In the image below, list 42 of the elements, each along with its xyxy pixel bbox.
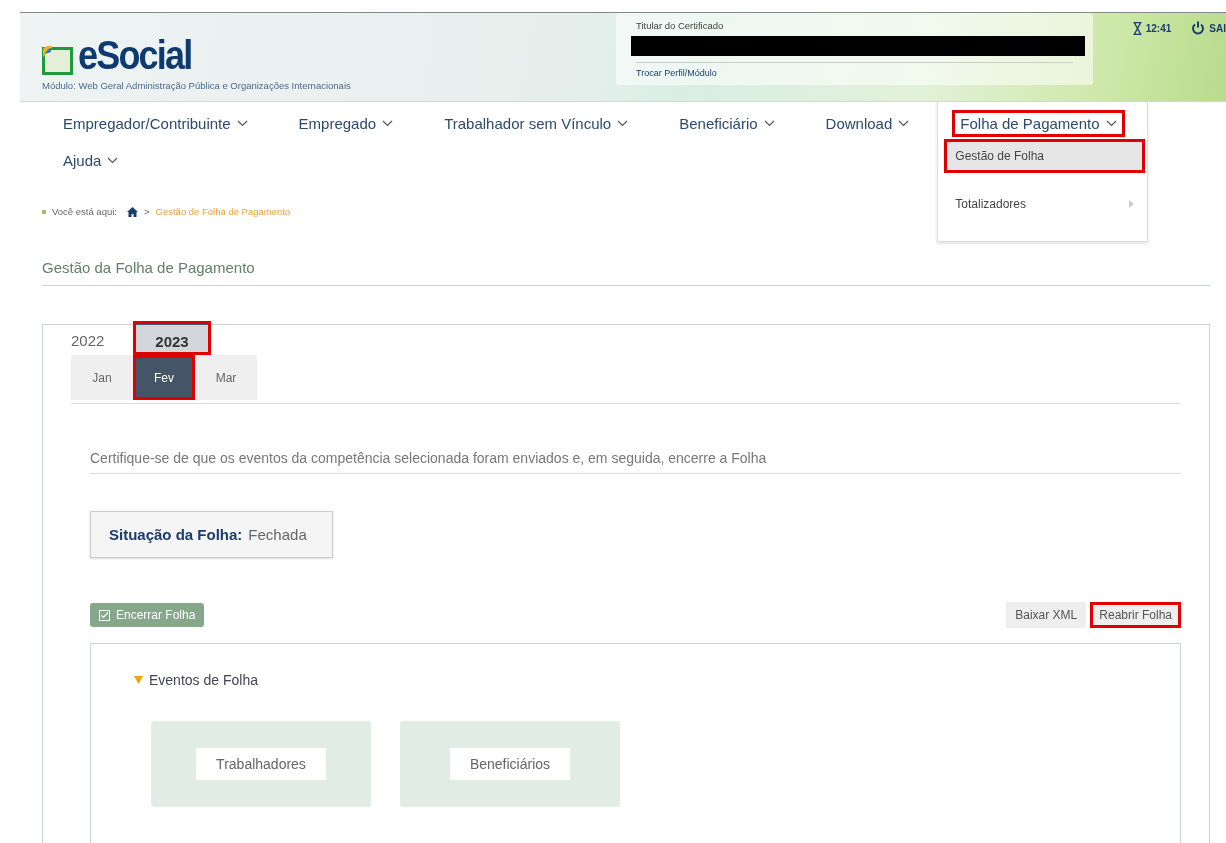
switch-profile-link[interactable]: Trocar Perfil/Módulo [636,62,1073,78]
nav-menu-item[interactable]: Empregador/Contribuinte [55,110,256,137]
page-title: Gestão da Folha de Pagamento [42,259,1210,286]
year-tab[interactable]: 2023 [133,321,211,355]
chevron-down-icon [898,120,910,127]
chevron-down-icon [763,120,775,127]
session-time: 12:41 [1145,22,1172,34]
certificate-label: Titular do Certificado [636,20,725,31]
menu-item[interactable]: Totalizadores [944,187,1146,221]
status-label: Situação da Folha: [109,526,243,543]
action-button[interactable]: Reabrir Folha [1090,602,1181,628]
status-value: Fechada [248,526,307,543]
logo-icon [42,45,76,75]
checkbox-icon [99,609,110,621]
logout-link[interactable]: SAI [1209,22,1226,34]
chevron-down-icon [107,157,119,164]
nav-menu-item[interactable]: Ajuda [55,147,127,174]
home-icon[interactable] [126,206,138,217]
month-tab[interactable]: Fev [133,355,195,400]
power-icon[interactable] [1191,21,1206,35]
action-button[interactable]: Baixar XML [1006,602,1087,628]
nav-menu-item[interactable]: Empregado [290,110,402,137]
nav-menu-item[interactable]: Trabalhador sem Vínculo [436,110,637,137]
event-card-button[interactable]: Trabalhadores [196,748,326,780]
month-tab[interactable]: Mar [195,355,257,400]
instruction-text: Certifique-se de que os eventos da competência selecionada foram enviados e, em seguida, encerre a Folha [90,450,1181,474]
menu-item[interactable]: Gestão de Folha [944,139,1146,173]
module-label: Módulo: Web Geral Administração Pública e Organizações Internacionais [42,80,352,91]
nav-menu-item[interactable]: Download [817,110,918,137]
events-title: Eventos de Folha [149,672,258,688]
year-tab[interactable]: 2022 [71,320,133,355]
chevron-down-icon [236,120,248,127]
event-card-button[interactable]: Beneficiários [449,748,571,780]
logo-wordmark: eSocial [78,35,192,75]
chevron-down-icon [382,120,394,127]
breadcrumb-label: Você está aqui: [52,206,117,217]
breadcrumb-separator: > [143,206,150,217]
nav-menu-item[interactable]: Beneficiário [671,110,783,137]
nav-menu-item[interactable]: Folha de Pagamento [952,110,1125,137]
month-tab[interactable]: Jan [71,355,133,400]
hourglass-icon [1132,21,1142,35]
chevron-down-icon [617,120,629,127]
